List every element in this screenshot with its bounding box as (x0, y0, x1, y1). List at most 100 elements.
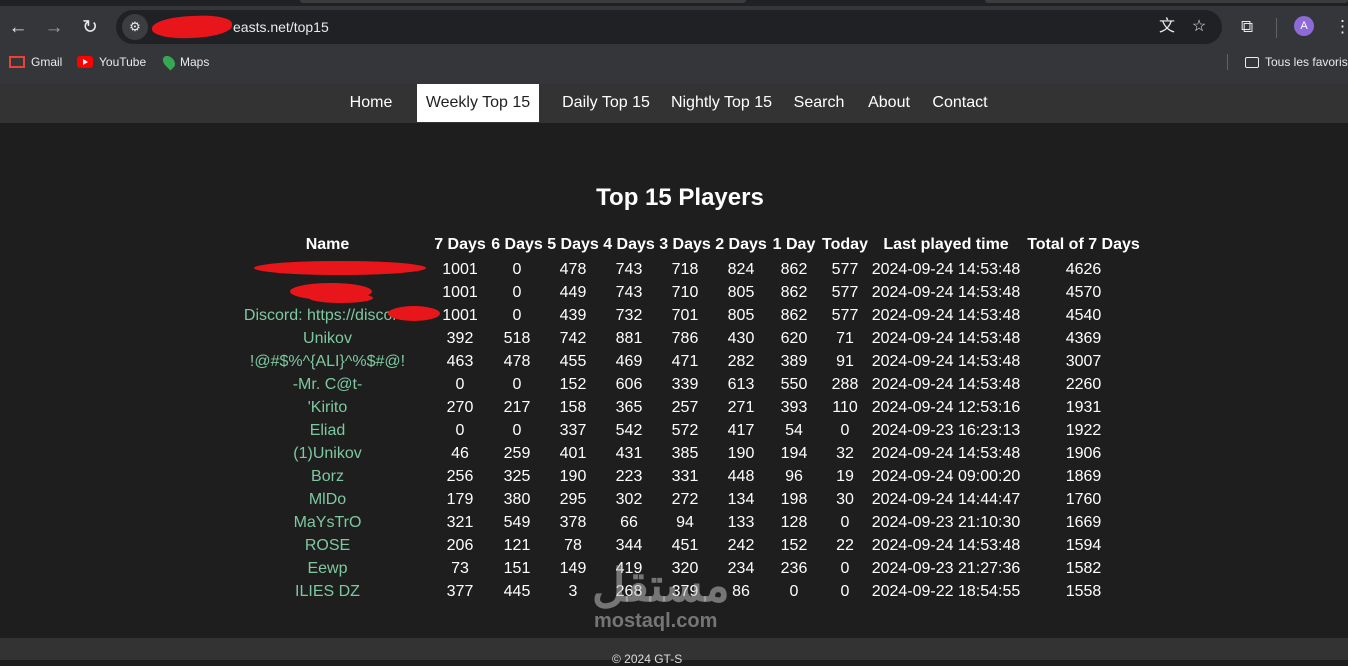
table-cell: 0 (455, 421, 465, 439)
table-cell: 0 (512, 283, 522, 301)
profile-avatar[interactable]: A (1294, 16, 1314, 36)
table-cell: 288 (831, 375, 859, 393)
nav-daily-top15[interactable]: Daily Top 15 (552, 84, 660, 122)
footer-text: © 2024 GT-S (612, 652, 683, 666)
player-name-link[interactable]: !@#$%^{ALI}^%$#@! (224, 350, 431, 373)
table-cell: 1001 (442, 283, 478, 301)
table-cell: 620 (780, 329, 808, 347)
table-cell: 471 (671, 352, 699, 370)
player-name-link[interactable]: MaYsTrO (224, 511, 431, 534)
table-cell: 302 (615, 490, 643, 508)
address-bar[interactable]: ⚙ xxxxxxxxxxxeasts.net/top15 文 ☆ (116, 10, 1222, 44)
table-cell: 0 (512, 260, 522, 278)
reload-icon[interactable]: ↻ (79, 17, 101, 39)
table-cell: 549 (503, 513, 531, 531)
table-cell: 2024-09-22 18:54:55 (871, 582, 1021, 600)
all-bookmarks-button[interactable]: Tous les favoris (1245, 55, 1348, 69)
bookmark-gmail[interactable]: Gmail (9, 55, 62, 69)
player-name-link[interactable]: -Mr. C@t- (224, 373, 431, 396)
table-cell: 0 (840, 421, 850, 439)
table-row: Discord: https://discord. 1001 0 439 732 701 8… (224, 304, 1146, 327)
redaction-mark (388, 306, 440, 321)
table-cell: 0 (512, 306, 522, 324)
table-cell: 455 (559, 352, 587, 370)
players-table: Name 7 Days 6 Days 5 Days 4 Days 3 Days … (224, 232, 1146, 603)
player-name-link[interactable]: 'Kirito (224, 396, 431, 419)
player-name-link[interactable]: ROSE (224, 534, 431, 557)
back-icon[interactable]: ← (7, 17, 29, 39)
table-cell: 1558 (1065, 582, 1102, 600)
player-name-link[interactable]: IP: (224, 258, 431, 281)
table-cell: 344 (615, 536, 643, 554)
table-cell: 198 (780, 490, 808, 508)
table-row: -Mr. C@t- 0 0 152 606 339 613 550 288 2024-09-24 … (224, 373, 1146, 396)
site-info-icon[interactable]: ⚙ (122, 14, 148, 40)
page-title: Top 15 Players (596, 184, 764, 211)
nav-about[interactable]: About (860, 84, 918, 122)
table-cell: 152 (780, 536, 808, 554)
table-cell: 430 (727, 329, 755, 347)
extensions-icon[interactable]: ⧉ (1241, 17, 1253, 37)
player-name-link[interactable]: MlDo (224, 488, 431, 511)
col-today: Today (822, 236, 868, 253)
table-cell: 128 (780, 513, 808, 531)
table-cell: 577 (831, 283, 859, 301)
table-cell: 377 (446, 582, 474, 600)
col-name: Name (305, 236, 350, 253)
bookmark-star-icon[interactable]: ☆ (1190, 18, 1208, 36)
browser-tab[interactable] (985, 0, 1348, 3)
col-total: Total of 7 Days (1027, 236, 1140, 253)
nav-search[interactable]: Search (784, 84, 854, 122)
table-cell: 2024-09-24 14:44:47 (871, 490, 1021, 508)
toolbar-divider (1276, 18, 1277, 38)
table-cell: 577 (831, 306, 859, 324)
nav-weekly-top15[interactable]: Weekly Top 15 (417, 84, 539, 122)
table-cell: 2024-09-24 14:53:48 (871, 536, 1021, 554)
table-cell: 3007 (1065, 352, 1102, 370)
table-cell: 572 (671, 421, 699, 439)
table-cell: 257 (671, 398, 699, 416)
translate-icon[interactable]: 文 (1158, 18, 1176, 36)
menu-kebab-icon[interactable]: ⋮ (1334, 17, 1348, 37)
table-cell: 2024-09-24 14:53:48 (871, 283, 1021, 301)
table-cell: 282 (727, 352, 755, 370)
table-cell: 2024-09-24 14:53:48 (871, 375, 1021, 393)
table-row: Forum: 1001 0 449 743 710 805 862 577 2024-09-24 … (224, 281, 1146, 304)
player-name-link[interactable]: Forum: (224, 281, 431, 304)
player-name-link[interactable]: Borz (224, 465, 431, 488)
player-name-link[interactable]: (1)Unikov (224, 442, 431, 465)
bookmark-label: Gmail (31, 55, 63, 69)
table-cell: 1760 (1065, 490, 1102, 508)
table-cell: 613 (727, 375, 755, 393)
player-name-link[interactable]: Eewp (224, 557, 431, 580)
nav-nightly-top15[interactable]: Nightly Top 15 (664, 84, 779, 122)
player-name-link[interactable]: Unikov (224, 327, 431, 350)
watermark-arabic: مستقل (592, 559, 730, 611)
table-cell: 2024-09-24 14:53:48 (871, 352, 1021, 370)
nav-contact[interactable]: Contact (924, 84, 996, 122)
player-name-link[interactable]: ILIES DZ (224, 580, 431, 603)
table-cell: 54 (785, 421, 803, 439)
watermark-latin: mostaql.com (594, 610, 718, 632)
gmail-icon (9, 56, 25, 68)
table-cell: 439 (559, 306, 587, 324)
bookmark-youtube[interactable]: YouTube (77, 55, 146, 69)
nav-home[interactable]: Home (340, 84, 402, 122)
table-row: Unikov 392 518 742 881 786 430 620 71 2024-09-24 … (224, 327, 1146, 350)
table-cell: 19 (836, 467, 854, 485)
table-cell: 378 (559, 513, 587, 531)
browser-tab[interactable] (300, 0, 746, 3)
table-cell: 2024-09-24 14:53:48 (871, 260, 1021, 278)
forward-icon[interactable]: → (43, 17, 65, 39)
table-cell: 321 (446, 513, 474, 531)
player-name-link[interactable]: Eliad (224, 419, 431, 442)
table-row: 'Kirito 270 217 158 365 257 271 393 110 2024-09-2… (224, 396, 1146, 419)
bookmark-maps[interactable]: Maps (160, 53, 209, 71)
table-row: !@#$%^{ALI}^%$#@! 463 478 455 469 471 282 389 91… (224, 350, 1146, 373)
table-cell: 862 (780, 260, 808, 278)
site-navbar: Home Weekly Top 15 Daily Top 15 Nightly … (0, 84, 1348, 123)
table-cell: 2024-09-23 21:27:36 (871, 559, 1021, 577)
player-name-link[interactable]: Discord: https://discord. (224, 304, 440, 327)
col-last-played: Last played time (883, 236, 1009, 253)
table-cell: 256 (446, 467, 474, 485)
